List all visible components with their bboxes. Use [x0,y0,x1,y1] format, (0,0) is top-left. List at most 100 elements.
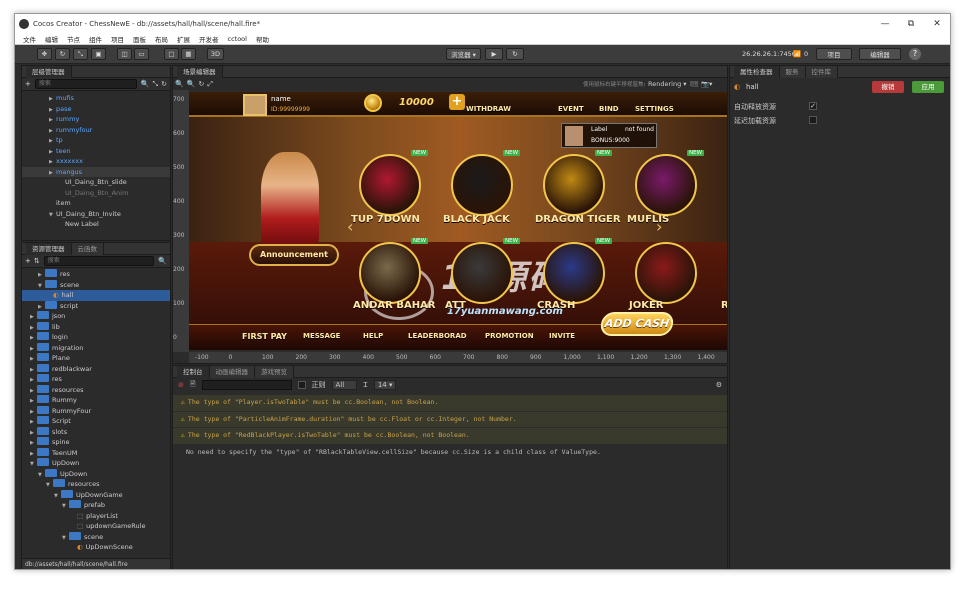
asset-item[interactable]: ▶ res [22,269,170,280]
rotate-tool-icon[interactable]: ↻ [55,48,70,60]
invite-button[interactable]: INVITE [549,332,575,340]
settings-button[interactable]: SETTINGS [635,105,674,113]
rect-tool-icon[interactable]: ▣ [91,48,106,60]
asset-item[interactable]: ▼ scene [22,279,170,291]
revert-button[interactable]: 撤销 [872,81,904,93]
hierarchy-node[interactable]: ▶ xxxxxxx [22,156,170,167]
zoom-in-icon[interactable]: 🔍 [175,80,184,88]
asset-item[interactable]: ⬚ updownGameRule [22,521,170,532]
console-settings-icon[interactable]: ⚙ [716,381,722,389]
hierarchy-node[interactable]: ▶ tp [22,135,170,146]
menu-project[interactable]: 项目 [111,34,124,44]
hierarchy-node[interactable]: item [22,198,170,209]
leaderboard-button[interactable]: LEADERBORAD [408,332,467,340]
cloud-function-tab[interactable]: 云函数 [71,242,104,255]
search-icon[interactable]: 🔍 [158,257,167,265]
collapse-icon[interactable]: ⤡ [153,80,159,89]
asset-item[interactable]: ▶ redblackwar [22,363,170,375]
regex-checkbox[interactable] [297,381,306,389]
game-tile[interactable] [727,242,728,304]
asset-item[interactable]: ▶ lib [22,321,170,333]
refresh-icon[interactable]: ↻ [161,80,167,88]
close-button[interactable]: ✕ [924,19,950,29]
hierarchy-node[interactable]: ▼ UI_Daing_Btn_Invite [22,209,170,220]
animation-editor-tab[interactable]: 动画编辑器 [209,365,255,378]
game-tile[interactable] [543,242,605,304]
asset-item[interactable]: ▶ migration [22,342,170,354]
delay-load-checkbox[interactable] [809,116,817,124]
console-filter-input[interactable] [201,380,292,390]
game-preview-tab[interactable]: 游戏预览 [255,365,294,378]
asset-item[interactable]: ▶ resources [22,384,170,396]
add-node-icon[interactable]: + [25,80,31,88]
console-line[interactable]: ⚠ The type of "Player.isTwoTable" must be… [173,395,727,411]
hierarchy-search-input[interactable]: 搜索 [34,79,137,89]
hierarchy-node[interactable]: UI_Daing_Btn_Anim [22,188,170,199]
hierarchy-node[interactable]: UI_Daing_Btn_slide [22,177,170,188]
menu-node[interactable]: 节点 [67,34,80,44]
hierarchy-node[interactable]: ▶ mangus [22,166,170,177]
auto-release-checkbox[interactable]: ✓ [809,102,817,110]
3d-toggle-button[interactable]: 3D [207,48,224,60]
promotion-button[interactable]: PROMOTION [485,332,534,340]
assets-search-input[interactable]: 搜索 [43,256,155,266]
asset-item[interactable]: ▶ Rummy [22,395,170,406]
help-icon[interactable]: ? [909,48,921,60]
menu-component[interactable]: 组件 [89,34,102,44]
menu-developer[interactable]: 开发者 [199,34,219,44]
scene-editor-tab[interactable]: 场景编辑器 [177,66,223,78]
search-icon[interactable]: 🔍 [141,80,150,88]
label-node-box[interactable]: Label not found BONUS:9000 [561,123,657,148]
asset-item[interactable]: ▼ UpDown [22,468,170,480]
font-size-select[interactable]: 14 ▾ [373,380,397,390]
snap-toggle-icon[interactable]: □ [164,48,179,60]
pivot-toggle-icon[interactable]: ◫ [117,48,132,60]
help-button[interactable]: HELP [363,332,383,340]
asset-item[interactable]: ▼ resources [22,479,170,490]
game-tile[interactable] [543,154,605,216]
apply-button[interactable]: 应用 [912,81,944,93]
add-asset-icon[interactable]: + [25,257,31,265]
log-level-select[interactable]: All [331,380,358,390]
assets-tab[interactable]: 资源管理器 [26,242,72,255]
game-tile[interactable] [635,242,697,304]
hierarchy-tab[interactable]: 层级管理器 [26,65,72,78]
player-avatar[interactable] [243,94,267,116]
asset-item[interactable]: ▶ slots [22,426,170,438]
game-tile[interactable] [451,242,513,304]
hierarchy-node[interactable]: New Label [22,219,170,230]
add-coin-button[interactable]: + [449,94,465,110]
event-button[interactable]: EVENT [558,105,584,113]
minimize-button[interactable]: — [872,19,898,29]
asset-item[interactable]: ▶ Plane [22,353,170,364]
menu-layout[interactable]: 布局 [155,34,168,44]
withdraw-button[interactable]: WITHDRAW [466,105,511,113]
console-line[interactable]: ⚠ The type of "ParticleAnimFrame.duration… [173,411,727,427]
hierarchy-node[interactable]: ▶ teen [22,146,170,157]
add-cash-button[interactable]: ADD CASH [599,312,675,336]
asset-item[interactable]: ◐ UpDownScene [22,542,170,550]
asset-item[interactable]: ▶ Script [22,416,170,427]
zoom-reset-icon[interactable]: ↻ [198,80,204,88]
asset-item[interactable]: ▼ UpDownGame [22,489,170,501]
play-button[interactable]: ▶ [485,48,503,60]
zoom-out-icon[interactable]: 🔍 [187,80,196,88]
asset-item[interactable]: ⬚ playerList [22,511,170,522]
preview-platform-select[interactable]: 浏览器 ▾ [446,48,481,60]
game-tile[interactable] [451,154,513,216]
local-toggle-icon[interactable]: ▭ [134,48,149,60]
asset-item[interactable]: ▶ spine [22,437,170,448]
inspector-tab[interactable]: 属性检查器 [734,65,780,78]
message-button[interactable]: MESSAGE [303,332,340,340]
refresh-button[interactable]: ↻ [506,48,524,60]
game-tile[interactable] [359,242,421,304]
asset-item[interactable]: ▼ prefab [22,500,170,511]
widget-library-tab[interactable]: 控件库 [805,65,838,78]
menu-cctool[interactable]: cctool [228,35,247,43]
scale-tool-icon[interactable]: ⤡ [73,48,88,60]
hierarchy-node[interactable]: ▶ rummy [22,114,170,125]
console-tab[interactable]: 控制台 [177,365,210,378]
menu-edit[interactable]: 编辑 [45,34,58,44]
clear-console-icon[interactable]: ⊘ [178,381,184,389]
game-tile[interactable] [635,154,697,216]
